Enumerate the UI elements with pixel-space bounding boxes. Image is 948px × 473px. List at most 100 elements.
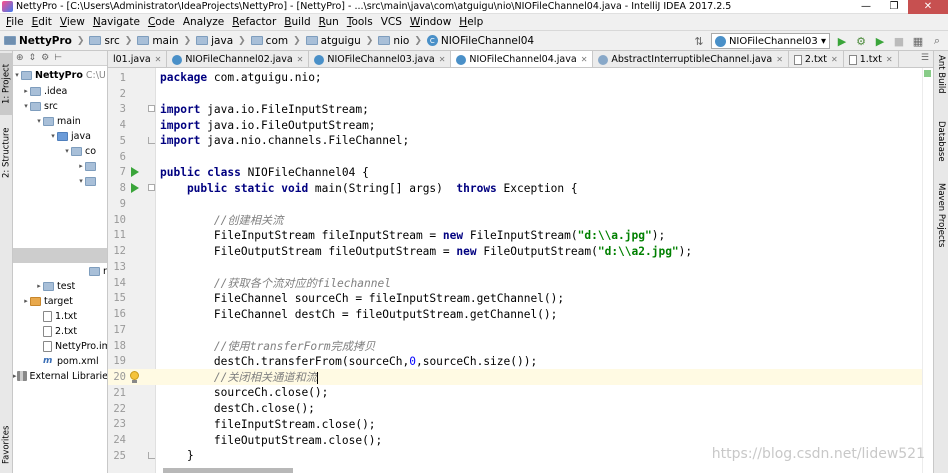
menu-analyze[interactable]: Analyze [179,16,228,28]
build-icon[interactable]: ⇅ [692,34,706,48]
close-tab-icon[interactable]: ✕ [886,55,893,64]
tree-item-target[interactable]: ▸ target [13,293,107,309]
close-tab-icon[interactable]: ✕ [439,55,446,64]
menu-build[interactable]: Build [280,16,314,28]
menu-code[interactable]: Code [144,16,179,28]
menu-window[interactable]: Window [406,16,455,28]
menu-tools[interactable]: Tools [343,16,377,28]
menu-vcs[interactable]: VCS [377,16,406,28]
breadcrumb-com[interactable]: com ❯ [250,35,306,47]
code-line: 21 sourceCh.close(); [113,386,329,400]
tool-tab-database[interactable]: Database [934,121,948,179]
tree-item-package[interactable]: ▸ [13,158,107,174]
code-line: 15 FileChannel sourceCh = fileInputStrea… [113,291,565,305]
run-configuration-select[interactable]: NIOFileChannel03 ▾ [710,33,830,49]
breadcrumb-nio[interactable]: nio ❯ [378,35,427,47]
menu-file[interactable]: File [2,16,28,28]
tree-item-pom[interactable]: m pom.xml [13,353,107,369]
tree-item-root[interactable]: ▾ NettyPro C:\U [13,67,107,83]
run-gutter-icon[interactable] [131,183,139,194]
close-tab-icon[interactable]: ✕ [831,55,838,64]
menu-refactor[interactable]: Refactor [228,16,280,28]
debug-icon[interactable]: ⚙ [854,34,868,48]
tool-tab-favorites[interactable]: Favorites [0,421,13,469]
tree-item-java[interactable]: ▾ java [13,128,107,144]
right-tool-strip: Ant Build Database Maven Projects [933,51,948,473]
tab-nio04[interactable]: NIOFileChannel04.java ✕ [451,51,594,67]
tree-item-external-libraries[interactable]: ▸ External Librarie [13,368,107,384]
tree-item-iml[interactable]: NettyPro.im [13,338,107,354]
breadcrumb-main[interactable]: main ❯ [137,35,196,47]
tool-tab-project[interactable]: 1: Project [0,53,13,115]
code-line: 9 [119,197,126,210]
tree-item-test[interactable]: ▸ test [13,278,107,294]
close-tab-icon[interactable]: ✕ [155,55,162,64]
menu-help[interactable]: Help [455,16,487,28]
project-folder-icon [21,70,32,80]
breadcrumb-atguigu[interactable]: atguigu ❯ [305,35,379,47]
code-line: 3 import java.io.FileInputStream; [119,102,369,116]
minimize-button[interactable]: — [852,0,880,14]
tree-item-resources[interactable]: resou [13,263,107,279]
tree-item-1-txt[interactable]: 1.txt [13,308,107,324]
menu-run[interactable]: Run [315,16,343,28]
close-tab-icon[interactable]: ✕ [776,55,783,64]
fold-end-icon[interactable] [148,451,155,459]
tab-2-txt[interactable]: 2.txt ✕ [789,51,844,67]
tool-tab-structure[interactable]: 2: Structure [0,119,13,187]
code-editor[interactable]: 1 package com.atguigu.nio; 2 3 import java… [108,68,933,473]
project-panel: ⊕ ⇕ ⚙ ⊢ ▾ NettyPro C:\U ▸ .idea ▾ src ▾ main… [13,51,108,473]
tab-1-txt[interactable]: 1.txt ✕ [844,51,899,67]
breadcrumb-class[interactable]: C NIOFileChannel04 [426,35,534,47]
breadcrumb-java[interactable]: java ❯ [196,35,251,47]
tab-nio02[interactable]: NIOFileChannel02.java ✕ [167,51,310,67]
inspection-ok-icon[interactable] [924,70,931,77]
class-icon [714,35,726,47]
tree-item-idea[interactable]: ▸ .idea [13,83,107,99]
stop-icon[interactable]: ■ [892,34,906,48]
close-button[interactable]: ✕ [908,0,948,14]
settings-icon[interactable]: ⚙ [41,53,49,63]
left-tool-strip: 1: Project 2: Structure Favorites [0,51,13,473]
tab-abstract-interruptible[interactable]: AbstractInterruptibleChannel.java ✕ [593,51,789,67]
close-tab-icon[interactable]: ✕ [581,55,588,64]
menu-view[interactable]: View [56,16,89,28]
tree-item-2-txt[interactable]: 2.txt [13,323,107,339]
error-stripe[interactable] [922,68,933,473]
tab-nio01[interactable]: l01.java ✕ [108,51,168,67]
code-line: 2 [119,87,126,100]
fold-icon[interactable] [148,105,155,113]
folder-icon [305,36,318,45]
class-icon: C [426,35,438,46]
fold-icon[interactable] [148,184,155,192]
tool-tab-ant-build[interactable]: Ant Build [934,55,948,115]
breadcrumb-project[interactable]: NettyPro ❯ [4,35,89,47]
menu-edit[interactable]: Edit [28,16,56,28]
tree-item-main[interactable]: ▾ main [13,113,107,129]
tool-tab-maven-projects[interactable]: Maven Projects [934,183,948,263]
project-structure-icon[interactable]: ▦ [911,34,925,48]
tree-item-src[interactable]: ▾ src [13,98,107,114]
folder-icon [30,86,41,96]
breadcrumb-src[interactable]: src ❯ [89,35,137,47]
tree-item-package[interactable]: ▾ [13,173,107,189]
tab-nio03[interactable]: NIOFileChannel03.java ✕ [309,51,452,67]
tree-item-com[interactable]: ▾ co [13,143,107,159]
globe-icon[interactable]: ⊕ [16,53,24,63]
close-tab-icon[interactable]: ✕ [297,55,304,64]
intention-bulb-icon[interactable] [130,371,140,384]
menu-navigate[interactable]: Navigate [89,16,144,28]
search-everywhere-icon[interactable]: ⌕ [930,34,944,48]
run-gutter-icon[interactable] [131,167,139,178]
collapse-icon[interactable]: ⇕ [29,53,37,63]
fold-end-icon[interactable] [148,136,155,144]
coverage-icon[interactable]: ▶ [873,34,887,48]
horizontal-scrollbar[interactable] [163,468,293,473]
navigation-bar: NettyPro ❯ src ❯ main ❯ java ❯ com ❯ atguigu ❯… [0,30,948,51]
run-icon[interactable]: ▶ [835,34,849,48]
tab-list-icon[interactable]: ☰ [921,53,929,63]
code-line: 8 public static void main(String[] args)… [119,181,578,195]
maximize-button[interactable]: ❐ [880,0,908,14]
window-title: NettyPro - [C:\Users\Administrator\IdeaP… [16,1,732,12]
hide-icon[interactable]: ⊢ [54,53,62,63]
